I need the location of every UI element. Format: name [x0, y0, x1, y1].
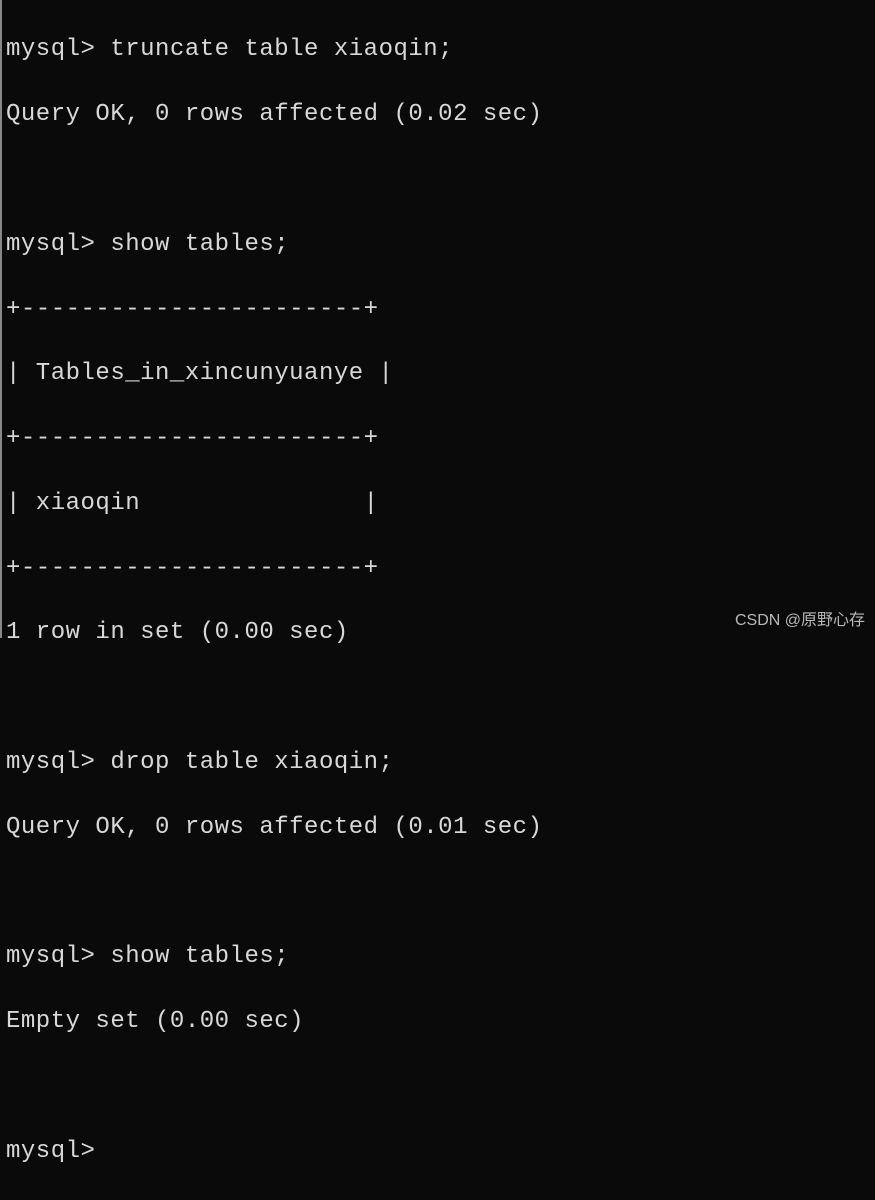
mysql-prompt: mysql>	[6, 231, 95, 258]
mysql-prompt: mysql>	[6, 36, 95, 63]
prompt-line-3: mysql> drop table xiaoqin;	[6, 747, 871, 779]
mysql-prompt: mysql>	[6, 749, 95, 776]
command-drop-table: drop table xiaoqin;	[110, 749, 393, 776]
prompt-line-1: mysql> truncate table xiaoqin;	[6, 34, 871, 66]
prompt-line-2: mysql> show tables;	[6, 229, 871, 261]
command-show-tables-2: show tables;	[110, 943, 289, 970]
table-header: | Tables_in_xincunyuanye |	[6, 358, 871, 390]
table-border-bottom: +-----------------------+	[6, 553, 871, 585]
command-truncate: truncate table xiaoqin;	[110, 36, 453, 63]
response-3: Query OK, 0 rows affected (0.01 sec)	[6, 812, 871, 844]
response-1: Query OK, 0 rows affected (0.02 sec)	[6, 99, 871, 131]
prompt-line-4: mysql> show tables;	[6, 941, 871, 973]
blank-line	[6, 164, 871, 196]
blank-line	[6, 877, 871, 909]
table-row-1: | xiaoqin |	[6, 488, 871, 520]
terminal-output[interactable]: mysql> truncate table xiaoqin; Query OK,…	[6, 2, 871, 1200]
mysql-prompt: mysql>	[6, 943, 95, 970]
blank-line	[6, 1071, 871, 1103]
mysql-prompt: mysql>	[6, 1138, 95, 1165]
table-border-top: +-----------------------+	[6, 294, 871, 326]
table-border-mid: +-----------------------+	[6, 423, 871, 455]
command-show-tables-1: show tables;	[110, 231, 289, 258]
blank-line	[6, 682, 871, 714]
prompt-line-5: mysql>	[6, 1136, 871, 1168]
response-4: Empty set (0.00 sec)	[6, 1006, 871, 1038]
watermark: CSDN @原野心存	[735, 610, 865, 632]
